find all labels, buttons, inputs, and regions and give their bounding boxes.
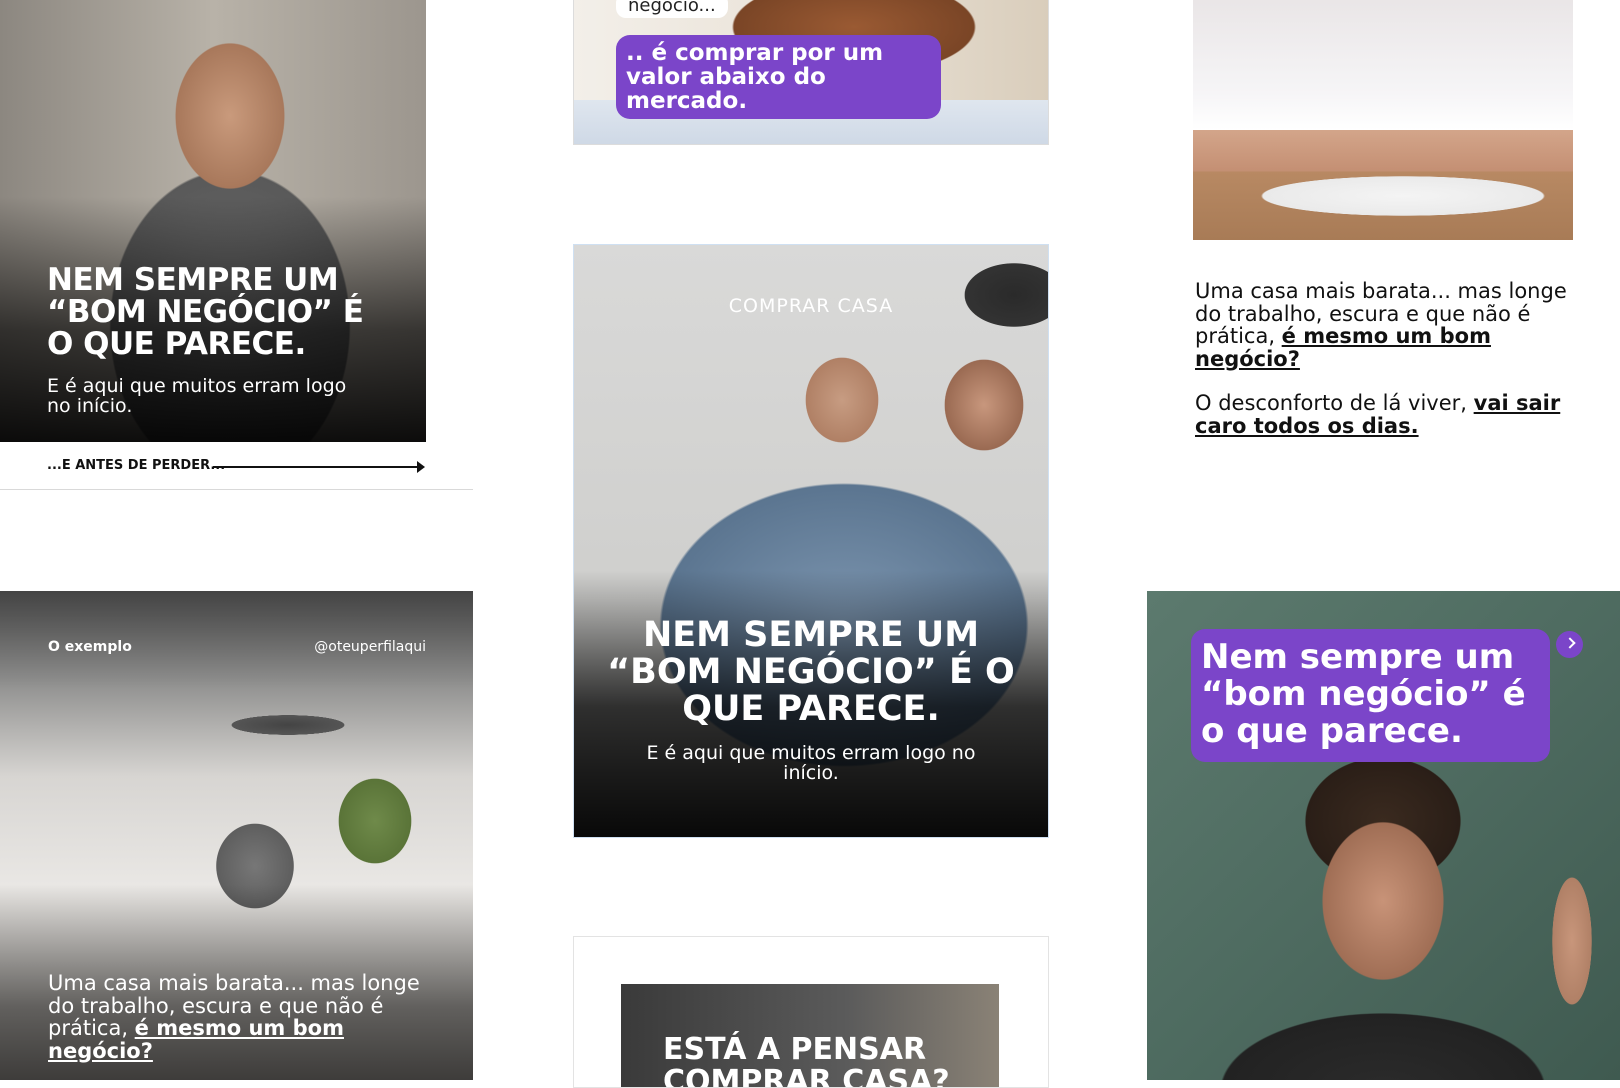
post-card-living-room[interactable]: negócio... .. é comprar por um valor aba…: [573, 0, 1049, 145]
post-headline: Nem sempre um “bom negócio” é o que pare…: [47, 262, 364, 362]
post-subtitle: E é aqui que muitos erram logo no início…: [47, 375, 347, 417]
post-card-kitchen[interactable]: O exemplo @oteuperfilaqui Uma casa mais …: [0, 591, 473, 1080]
headline-bubble: Nem sempre um “bom negócio” é o que pare…: [1191, 629, 1550, 762]
post-card-couple[interactable]: COMPRAR CASA Nem sempre um “bom negócio”…: [573, 244, 1049, 838]
caption-pill-main: .. é comprar por um valor abaixo do merc…: [616, 35, 941, 119]
chevron-right-icon[interactable]: [1556, 631, 1583, 658]
post-card-esta-a-pensar[interactable]: ESTÁ A PENSAR COMPRAR CASA?: [573, 936, 1049, 1088]
caption-paragraph-1: Uma casa mais barata... mas longe do tra…: [1195, 280, 1575, 370]
post-kicker: COMPRAR CASA: [728, 295, 894, 317]
post-card-thinking-man[interactable]: Nem sempre um “bom negócio” é o que pare…: [0, 0, 426, 442]
caption-pill-top: negócio...: [616, 0, 728, 18]
profile-handle: @oteuperfilaqui: [314, 639, 426, 655]
post-label: O exemplo: [48, 639, 132, 655]
photo-bedroom: [1193, 0, 1573, 240]
photo-dark-banner: ESTÁ A PENSAR COMPRAR CASA?: [621, 984, 999, 1087]
post-headline: Nem sempre um “bom negócio” é o que pare…: [607, 615, 1015, 729]
arrow-right-icon: [417, 461, 425, 473]
teaser-label: ...E ANTES DE PERDER...: [47, 458, 226, 473]
caption-paragraph-2: O desconforto de lá viver, vai sair caro…: [1195, 392, 1575, 437]
arrow-line: [213, 466, 423, 468]
carousel-teaser-bar[interactable]: ...E ANTES DE PERDER...: [0, 443, 473, 490]
bedroom-caption: Uma casa mais barata... mas longe do tra…: [1195, 280, 1575, 459]
caption-text: O desconforto de lá viver,: [1195, 391, 1474, 415]
post-card-surprised-man[interactable]: Nem sempre um “bom negócio” é o que pare…: [1147, 591, 1620, 1080]
post-subtitle: E é aqui que muitos erram logo no início…: [646, 742, 976, 784]
post-caption: Uma casa mais barata... mas longe do tra…: [48, 972, 428, 1062]
post-card-bedroom[interactable]: [1193, 0, 1573, 240]
